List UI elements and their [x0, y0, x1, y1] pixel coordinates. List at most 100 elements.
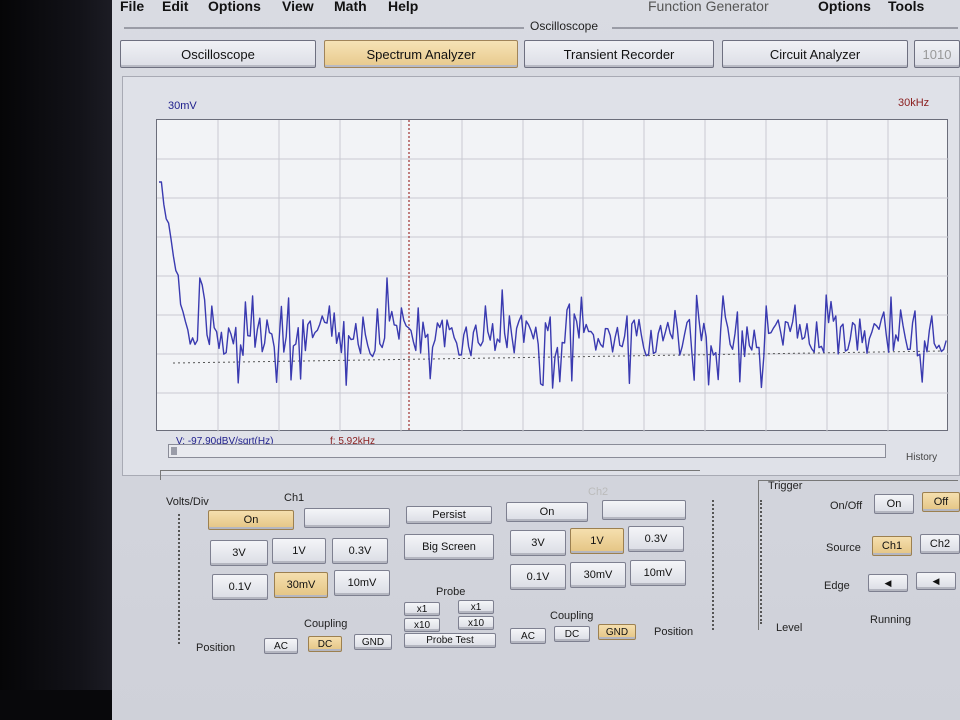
tab-circuit-analyzer[interactable]: Circuit Analyzer [722, 40, 908, 68]
tab-transient-recorder[interactable]: Transient Recorder [524, 40, 714, 68]
spectrum-trace [159, 181, 947, 389]
button-label: AC [274, 640, 288, 652]
ch2-range-30mv[interactable]: 30mV [570, 562, 626, 588]
ch1-range-10mv[interactable]: 10mV [334, 570, 390, 596]
ch2-range-1v[interactable]: 1V [570, 528, 624, 554]
ch1-range-1v[interactable]: 1V [272, 538, 326, 564]
button-label: DC [317, 638, 333, 650]
button-label: Ch1 [881, 540, 903, 552]
ch1-coupling-label: Coupling [304, 618, 348, 630]
button-label: 0.1V [228, 581, 252, 593]
button-label: 10mV [643, 567, 673, 579]
ch1-position-label: Position [196, 642, 236, 654]
button-label: 30mV [583, 569, 613, 581]
button-label: GND [605, 626, 629, 638]
ch2-coupling-label: Coupling [550, 610, 594, 622]
button-label: 3V [232, 547, 246, 559]
ch1-range-3v[interactable]: 3V [210, 540, 268, 566]
tab-oscilloscope[interactable]: Oscilloscope [120, 40, 316, 68]
big-screen-button[interactable]: Big Screen [404, 534, 494, 560]
spectrum-svg[interactable] [157, 120, 949, 432]
tab-1010[interactable]: 1010 [914, 40, 960, 68]
volts-div-label: Volts/Div [166, 496, 209, 508]
probe-label: Probe [436, 586, 466, 598]
ch1-label: Ch1 [284, 492, 305, 504]
tab-spectrum-analyzer[interactable]: Spectrum Analyzer [324, 40, 518, 68]
menu-tools[interactable]: Tools [888, 0, 924, 14]
ch1-range-0-3v[interactable]: 0.3V [332, 538, 388, 564]
ch1-position-slider[interactable] [178, 514, 181, 644]
group-divider-right [612, 27, 958, 29]
button-label: 30mV [286, 579, 316, 591]
trigger-edge-rising[interactable]: ◀ [868, 574, 908, 592]
tab-label: 1010 [922, 46, 952, 62]
menu-options[interactable]: Options [208, 0, 261, 14]
monitor-bezel [0, 0, 112, 720]
trigger-edge-falling[interactable]: ◀ [916, 572, 956, 590]
button-label: On [886, 498, 902, 510]
menu-edit[interactable]: Edit [162, 0, 188, 14]
menu-view[interactable]: View [282, 0, 314, 14]
menu-bar: File Edit Options View Math Help Functio… [112, 0, 960, 16]
trigger-level-label: Level [776, 622, 803, 634]
tab-label: Circuit Analyzer [769, 46, 861, 62]
spectrum-plot[interactable] [156, 119, 949, 432]
button-label: x1 [416, 603, 428, 615]
ch1-coupling-gnd[interactable]: GND [354, 634, 392, 650]
trigger-edge-label: Edge [824, 580, 850, 592]
tab-label: Spectrum Analyzer [366, 46, 476, 62]
menu-options-right[interactable]: Options [818, 0, 871, 14]
button-label: 1V [590, 535, 604, 547]
trigger-label: Trigger [768, 480, 803, 492]
button-label: Off [933, 496, 949, 508]
ch2-coupling-ac[interactable]: AC [510, 628, 546, 644]
button-label: Ch2 [929, 538, 951, 550]
y-scale-label: 30mV [168, 100, 197, 112]
probe-test-button[interactable]: Probe Test [404, 633, 496, 648]
menu-help[interactable]: Help [388, 0, 418, 14]
ch2-position-label: Position [654, 626, 694, 638]
trigger-level-slider[interactable] [760, 500, 763, 624]
ch2-range-10mv[interactable]: 10mV [630, 560, 686, 586]
ch2-range-0-1v[interactable]: 0.1V [510, 564, 566, 590]
button-label: 3V [531, 537, 545, 549]
ch2-coupling-gnd[interactable]: GND [598, 624, 636, 640]
history-scrollbar[interactable] [168, 444, 886, 458]
button-label: Probe Test [426, 635, 474, 646]
button-label: 10mV [347, 577, 377, 589]
trigger-source-ch2[interactable]: Ch2 [920, 534, 960, 554]
group-title: Oscilloscope [530, 19, 599, 33]
menu-file[interactable]: File [120, 0, 144, 14]
trigger-source-ch1[interactable]: Ch1 [872, 536, 912, 556]
ch1-range-30mv[interactable]: 30mV [274, 572, 328, 598]
ch2-on-button[interactable]: On [506, 502, 588, 522]
ch2-position-slider[interactable] [712, 500, 715, 630]
button-label: 0.3V [644, 533, 668, 545]
ch1-coupling-ac[interactable]: AC [264, 638, 298, 654]
button-label: AC [521, 630, 535, 642]
ch2-range-3v[interactable]: 3V [510, 530, 566, 556]
persist-button[interactable]: Persist [406, 506, 492, 524]
probe-ch1-x10[interactable]: x10 [404, 618, 440, 632]
probe-ch1-x1[interactable]: x1 [404, 602, 440, 616]
button-label: Persist [432, 509, 466, 521]
ch2-range-0-3v[interactable]: 0.3V [628, 526, 684, 552]
button-label: x1 [470, 601, 482, 613]
trigger-status: Running [870, 614, 911, 626]
ch1-on-button[interactable]: On [208, 510, 294, 530]
trigger-on-button[interactable]: On [874, 494, 914, 514]
probe-ch2-x10[interactable]: x10 [458, 616, 494, 630]
scrollbar-thumb[interactable] [171, 447, 177, 455]
menu-math[interactable]: Math [334, 0, 367, 14]
ch1-coupling-dc[interactable]: DC [308, 636, 342, 652]
ch1-spare-button[interactable] [304, 508, 390, 528]
trigger-off-button[interactable]: Off [922, 492, 960, 512]
ch2-spare-button[interactable] [602, 500, 686, 520]
probe-ch2-x1[interactable]: x1 [458, 600, 494, 614]
ch2-coupling-dc[interactable]: DC [554, 626, 590, 642]
tab-label: Oscilloscope [181, 46, 255, 62]
menu-function-generator[interactable]: Function Generator [648, 0, 769, 14]
ch1-range-0-1v[interactable]: 0.1V [212, 574, 268, 600]
button-label: DC [564, 628, 580, 640]
group-divider-left [124, 27, 524, 29]
